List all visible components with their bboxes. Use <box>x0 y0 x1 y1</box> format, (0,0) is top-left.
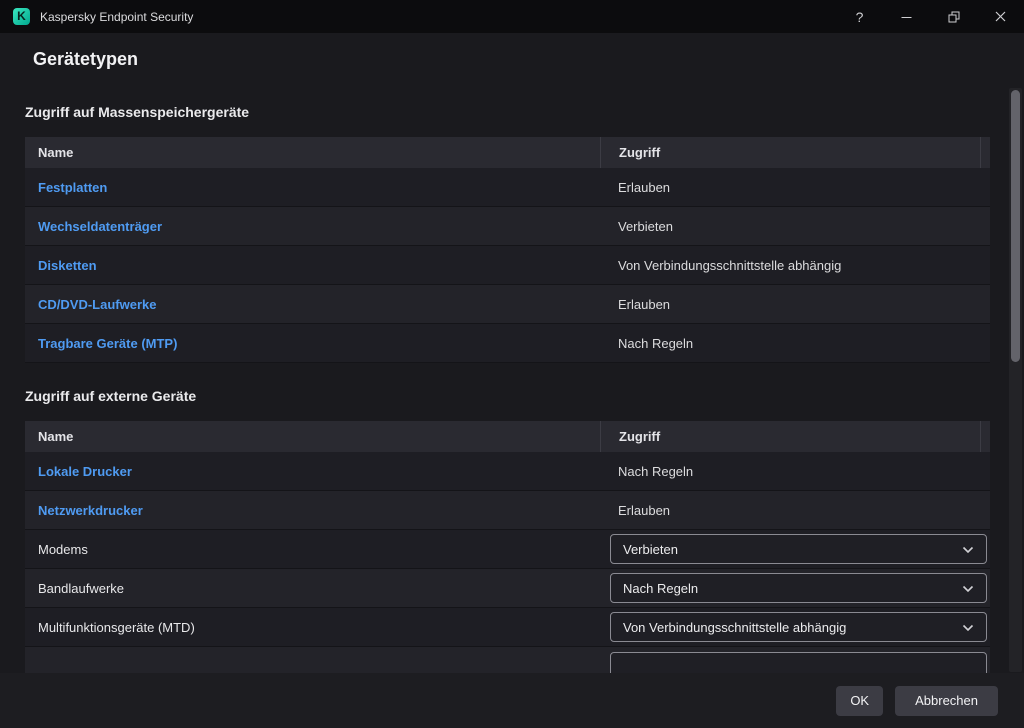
access-select[interactable]: Verbieten <box>610 534 987 564</box>
table-header: Name Zugriff <box>25 137 990 168</box>
access-value: Nach Regeln <box>600 464 990 479</box>
ok-button[interactable]: OK <box>836 686 883 716</box>
device-type-label: Modems <box>25 542 600 557</box>
access-value: Erlauben <box>600 503 990 518</box>
device-type-label: Bandlaufwerke <box>25 581 600 596</box>
table-row-partial <box>25 647 990 673</box>
table-row: Bandlaufwerke Nach Regeln <box>25 569 990 608</box>
table-row: Wechseldatenträger Verbieten <box>25 207 990 246</box>
access-value: Von Verbindungsschnittstelle abhängig <box>600 258 990 273</box>
page-title: Gerätetypen <box>33 48 990 70</box>
kaspersky-logo-icon: K <box>13 8 30 25</box>
column-header-name: Name <box>25 429 600 444</box>
access-select[interactable]: Von Verbindungsschnittstelle abhängig <box>610 612 987 642</box>
access-select-value: Von Verbindungsschnittstelle abhängig <box>623 620 846 635</box>
device-type-label: Multifunktionsgeräte (MTD) <box>25 620 600 635</box>
table-row: CD/DVD-Laufwerke Erlauben <box>25 285 990 324</box>
section-heading-mass-storage: Zugriff auf Massenspeichergeräte <box>25 103 990 121</box>
device-type-link[interactable]: Wechseldatenträger <box>38 219 162 234</box>
table-row: Modems Verbieten <box>25 530 990 569</box>
titlebar: K Kaspersky Endpoint Security ? <box>0 0 1024 33</box>
table-row: Tragbare Geräte (MTP) Nach Regeln <box>25 324 990 363</box>
device-type-link[interactable]: Tragbare Geräte (MTP) <box>38 336 177 351</box>
device-type-link[interactable]: CD/DVD-Laufwerke <box>38 297 156 312</box>
column-header-name: Name <box>25 145 600 160</box>
scrollbar-thumb[interactable] <box>1011 90 1020 362</box>
column-header-access: Zugriff <box>600 137 980 168</box>
device-type-link[interactable]: Disketten <box>38 258 97 273</box>
footer-bar: OK Abbrechen <box>0 673 1024 728</box>
chevron-down-icon <box>962 542 974 557</box>
minimize-icon <box>901 11 912 22</box>
device-type-link[interactable]: Festplatten <box>38 180 107 195</box>
restore-button[interactable] <box>930 0 977 33</box>
access-select[interactable]: Nach Regeln <box>610 573 987 603</box>
access-value: Erlauben <box>600 297 990 312</box>
device-type-link[interactable]: Netzwerkdrucker <box>38 503 143 518</box>
cancel-button[interactable]: Abbrechen <box>895 686 998 716</box>
table-row: Disketten Von Verbindungsschnittstelle a… <box>25 246 990 285</box>
mass-storage-table: Name Zugriff Festplatten Erlauben Wechse… <box>25 137 990 363</box>
access-select-value: Nach Regeln <box>623 581 698 596</box>
column-header-stub <box>980 421 990 452</box>
restore-icon <box>948 11 960 23</box>
table-row: Netzwerkdrucker Erlauben <box>25 491 990 530</box>
table-row: Multifunktionsgeräte (MTD) Von Verbindun… <box>25 608 990 647</box>
close-icon <box>995 11 1006 22</box>
table-header: Name Zugriff <box>25 421 990 452</box>
window-title: Kaspersky Endpoint Security <box>40 10 193 24</box>
access-value: Verbieten <box>600 219 990 234</box>
column-header-access: Zugriff <box>600 421 980 452</box>
access-select-partial[interactable] <box>610 652 987 674</box>
section-heading-external-devices: Zugriff auf externe Geräte <box>25 387 990 405</box>
chevron-down-icon <box>962 620 974 635</box>
chevron-down-icon <box>962 581 974 596</box>
external-devices-table: Name Zugriff Lokale Drucker Nach Regeln … <box>25 421 990 673</box>
access-value: Erlauben <box>600 180 990 195</box>
column-header-stub <box>980 137 990 168</box>
minimize-button[interactable] <box>883 0 930 33</box>
help-button[interactable]: ? <box>836 0 883 33</box>
access-select-value: Verbieten <box>623 542 678 557</box>
device-type-link[interactable]: Lokale Drucker <box>38 464 132 479</box>
main-content: Gerätetypen Zugriff auf Massenspeicherge… <box>25 33 990 673</box>
scrollbar[interactable] <box>1009 88 1022 672</box>
access-value: Nach Regeln <box>600 336 990 351</box>
app-window: K Kaspersky Endpoint Security ? <box>0 0 1024 728</box>
table-row: Lokale Drucker Nach Regeln <box>25 452 990 491</box>
window-controls: ? <box>836 0 1024 33</box>
table-row: Festplatten Erlauben <box>25 168 990 207</box>
close-button[interactable] <box>977 0 1024 33</box>
